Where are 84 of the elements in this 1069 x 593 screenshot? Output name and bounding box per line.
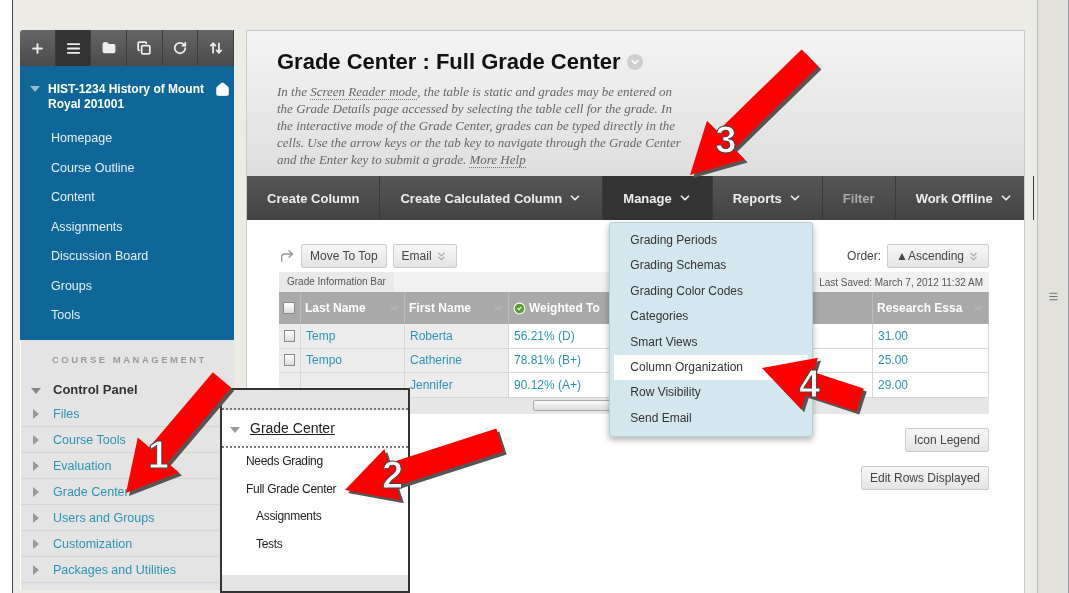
name-link[interactable]: Jennifer bbox=[410, 377, 453, 392]
info-bar-tab[interactable]: Grade Information Bar bbox=[279, 272, 394, 292]
inset-menu-item[interactable]: Tests bbox=[256, 530, 283, 558]
grade-link[interactable]: 29.00 bbox=[878, 377, 909, 392]
sort-icon bbox=[208, 41, 223, 55]
menu-item[interactable]: Send Email bbox=[614, 405, 698, 432]
refresh-icon bbox=[173, 41, 187, 55]
grade-link[interactable]: 90.12% (A+) bbox=[514, 377, 582, 392]
menu-item[interactable]: Categories bbox=[614, 304, 695, 330]
course-menu-item[interactable]: Discussion Board bbox=[20, 242, 234, 272]
triangle-right-icon[interactable] bbox=[33, 486, 39, 497]
menu-item[interactable]: Grading Color Codes bbox=[614, 278, 750, 305]
grade-link[interactable]: 25.00 bbox=[878, 353, 909, 368]
control-panel-title[interactable]: Control Panel bbox=[53, 381, 138, 397]
control-panel-item[interactable]: Packages and Utilities bbox=[53, 562, 176, 577]
inset-menu-item[interactable]: Needs Grading bbox=[246, 448, 323, 476]
grade-link[interactable]: 31.00 bbox=[878, 328, 909, 343]
toolbar-menu-button[interactable]: Manage bbox=[603, 176, 713, 220]
menu-item[interactable]: Grading Periods bbox=[614, 228, 723, 254]
triangle-down-icon[interactable] bbox=[31, 388, 41, 394]
title-menu-button[interactable] bbox=[626, 54, 643, 70]
triangle-right-icon[interactable] bbox=[33, 538, 39, 549]
step-number: 3 bbox=[715, 119, 737, 162]
action-button[interactable]: Icon Legend bbox=[904, 427, 989, 452]
description-text: In the Screen Reader mode, the table is static and grades may be entered on the Grade Details page accessed by selecting the table cell for the grade. In the interactive mode of the Grade Center, grades can be typed directly in the cells. Use the arrow keys or the tab key to navigate through the Grade Center and the Enter key to submit a grade. More Help bbox=[277, 83, 682, 168]
course-menu-item[interactable]: Tools bbox=[20, 301, 234, 331]
step-number: 1 bbox=[147, 433, 169, 476]
inset-menu-item[interactable]: Assignments bbox=[256, 503, 322, 531]
help-link[interactable]: Screen Reader mode bbox=[310, 84, 418, 100]
plus-icon bbox=[29, 40, 45, 56]
course-menu-item[interactable]: Assignments bbox=[20, 212, 234, 242]
control-panel-item[interactable]: Grade Center bbox=[53, 484, 129, 499]
course-menu-item[interactable]: Content bbox=[20, 183, 234, 213]
list-icon bbox=[65, 40, 81, 56]
control-panel-item[interactable]: Customization bbox=[53, 536, 133, 551]
last-saved-text: Last Saved: March 7, 2012 11:32 AM bbox=[819, 276, 984, 288]
action-button[interactable]: Edit Rows Displayed bbox=[860, 465, 989, 490]
course-menu-item[interactable]: Groups bbox=[20, 271, 234, 301]
course-menu-item[interactable]: Course Outline bbox=[20, 153, 234, 183]
section-heading: COURSE MANAGEMENT bbox=[51, 354, 208, 365]
course-title[interactable]: HIST-1234 History of Mount Royal 201001 bbox=[48, 82, 207, 112]
control-panel-item[interactable]: Users and Groups bbox=[53, 510, 155, 525]
home-icon[interactable] bbox=[215, 82, 230, 97]
control-panel-item[interactable]: Evaluation bbox=[53, 458, 112, 473]
checkbox[interactable] bbox=[284, 329, 295, 342]
triangle-down-icon[interactable] bbox=[230, 427, 240, 433]
checkbox[interactable] bbox=[284, 354, 295, 367]
menu-item[interactable]: Grading Schemas bbox=[614, 253, 733, 279]
toolbar-button[interactable] bbox=[55, 30, 92, 66]
course-menu-item[interactable]: Homepage bbox=[20, 124, 234, 154]
page-title: Grade Center : Full Grade Center bbox=[277, 49, 621, 75]
windows-icon bbox=[137, 41, 152, 55]
inset-menu-item[interactable]: Full Grade Center bbox=[246, 475, 337, 503]
triangle-right-icon[interactable] bbox=[33, 408, 39, 419]
toolbar-menu-button[interactable]: Create Column bbox=[247, 176, 381, 220]
step-number: 2 bbox=[382, 453, 404, 496]
help-link[interactable]: More Help bbox=[469, 152, 526, 168]
control-panel-item[interactable]: Files bbox=[53, 406, 80, 421]
order-label: Order: bbox=[847, 249, 882, 263]
triangle-right-icon[interactable] bbox=[33, 434, 39, 445]
folder-icon bbox=[101, 41, 116, 55]
grade-link[interactable]: 56.21% (D) bbox=[514, 328, 575, 343]
menu-item[interactable]: Row Visibility bbox=[614, 380, 707, 406]
control-panel-item[interactable]: Course Tools bbox=[53, 432, 126, 447]
check-circle-icon bbox=[513, 301, 526, 315]
action-button[interactable]: Email bbox=[392, 244, 457, 268]
name-link[interactable]: Temp bbox=[306, 328, 336, 343]
name-link[interactable]: Roberta bbox=[410, 328, 453, 343]
menu-item[interactable]: Smart Views bbox=[614, 329, 704, 355]
menu-icon[interactable] bbox=[1047, 291, 1059, 302]
order-dropdown[interactable]: ▲Ascending bbox=[887, 244, 989, 268]
triangle-right-icon[interactable] bbox=[33, 460, 39, 471]
inset-title[interactable]: Grade Center bbox=[250, 420, 335, 436]
name-link[interactable]: Tempo bbox=[306, 353, 343, 368]
checkbox[interactable] bbox=[283, 302, 295, 314]
toolbar-menu-button[interactable]: Work Offline bbox=[895, 176, 1034, 220]
name-link[interactable]: Catherine bbox=[410, 353, 463, 368]
triangle-right-icon[interactable] bbox=[33, 564, 39, 575]
toolbar-menu-button[interactable]: Reports bbox=[712, 176, 823, 220]
triangle-down-icon[interactable] bbox=[30, 86, 40, 92]
action-button[interactable]: Move To Top bbox=[301, 244, 387, 268]
triangle-right-icon[interactable] bbox=[33, 512, 39, 523]
corner-arrow-icon bbox=[279, 248, 295, 264]
grade-link[interactable]: 78.81% (B+) bbox=[514, 353, 582, 368]
